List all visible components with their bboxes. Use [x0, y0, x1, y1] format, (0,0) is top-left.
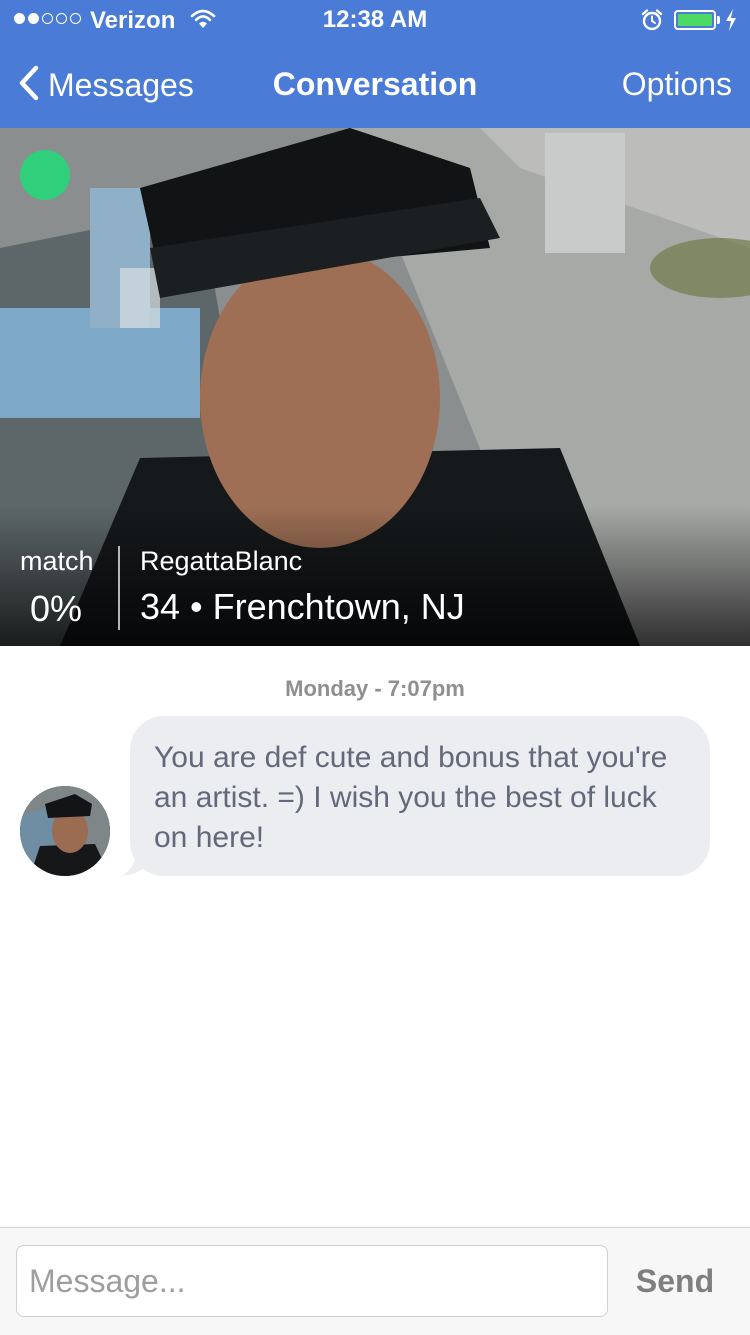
profile-age: 34	[140, 586, 181, 627]
battery-fill	[678, 14, 712, 26]
message-bubble: You are def cute and bonus that you're a…	[130, 716, 710, 876]
battery-tip	[717, 16, 720, 24]
separator-dot: •	[190, 586, 203, 627]
online-status-dot	[20, 150, 70, 200]
match-label: match	[20, 546, 94, 576]
message-timestamp: Monday - 7:07pm	[285, 676, 465, 701]
message-input[interactable]	[16, 1245, 608, 1317]
status-time: 12:38 AM	[322, 6, 428, 33]
match-percentage: 0%	[30, 588, 83, 629]
message-composer: Send	[0, 1227, 750, 1335]
battery-icon	[674, 10, 716, 30]
navigation-header: Verizon 12:38 AM Messages Conversation O…	[0, 0, 750, 128]
charging-bolt-icon	[724, 8, 738, 37]
avatar[interactable]	[20, 786, 110, 876]
profile-username[interactable]: RegattaBlanc	[140, 546, 302, 577]
profile-age-location: 34 • Frenchtown, NJ	[140, 586, 465, 628]
options-button[interactable]: Options	[622, 66, 732, 103]
profile-location: Frenchtown, NJ	[212, 586, 465, 627]
avatar-image	[20, 786, 110, 876]
status-bar: Verizon 12:38 AM	[0, 0, 750, 40]
alarm-icon	[640, 8, 664, 37]
send-button[interactable]: Send	[620, 1245, 730, 1317]
profile-photo[interactable]: match 0% RegattaBlanc 34 • Frenchtown, N…	[0, 128, 750, 646]
divider	[118, 546, 120, 630]
